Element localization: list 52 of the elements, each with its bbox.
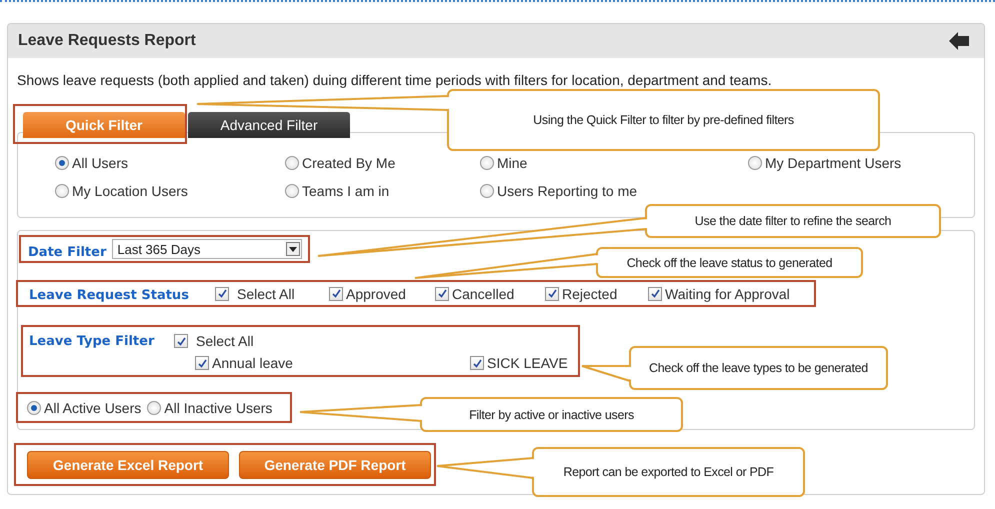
generate-report-button[interactable]: Generate PDF Report bbox=[239, 450, 431, 478]
callout-text: Filter by active or inactive users bbox=[469, 408, 634, 422]
callout-text: Use the date filter to refine the search bbox=[694, 214, 892, 228]
option-label: All Users bbox=[72, 155, 128, 171]
radio-button[interactable] bbox=[285, 156, 299, 170]
option-label: SICK LEAVE bbox=[487, 355, 568, 372]
panel-title: Leave Requests Report bbox=[18, 32, 196, 50]
option-label: My Location Users bbox=[72, 183, 188, 199]
option-label: All Inactive Users bbox=[164, 400, 272, 416]
report-description: Shows leave requests (both applied and taken) duing different time periods with filters for location, department and teams. bbox=[17, 72, 773, 88]
option-label: Waiting for Approval bbox=[665, 286, 790, 302]
callout-text: Report can be exported to Excel or PDF bbox=[563, 465, 774, 479]
leave-type-label: Leave Type Filter bbox=[29, 334, 156, 348]
option-label: Teams I am in bbox=[302, 183, 390, 199]
option-label: Created By Me bbox=[302, 155, 396, 171]
radio-button[interactable] bbox=[147, 400, 162, 414]
caret-icon bbox=[286, 242, 300, 256]
callout-text: Check off the leave types to be generated bbox=[649, 361, 868, 375]
back-arrow-icon[interactable] bbox=[948, 31, 970, 51]
option-label: Annual leave bbox=[212, 355, 293, 372]
checkbox[interactable] bbox=[329, 286, 343, 300]
checkbox[interactable] bbox=[215, 286, 229, 300]
option-label: My Department Users bbox=[765, 155, 902, 171]
checkbox[interactable] bbox=[435, 286, 449, 300]
option-label: Select All bbox=[237, 286, 295, 302]
option-label: All Active Users bbox=[44, 400, 142, 416]
filter-tab[interactable]: Advanced Filter bbox=[188, 112, 350, 138]
radio-button[interactable] bbox=[55, 184, 69, 198]
callout-text: Check off the leave status to generated bbox=[626, 256, 832, 270]
checkbox[interactable] bbox=[195, 356, 209, 370]
radio-button[interactable] bbox=[55, 156, 69, 170]
radio-button[interactable] bbox=[748, 156, 762, 170]
checkbox[interactable] bbox=[470, 356, 484, 370]
option-label: Select All bbox=[196, 333, 254, 349]
checkbox[interactable] bbox=[648, 286, 662, 300]
checkbox[interactable] bbox=[174, 334, 188, 348]
status-label: Leave Request Status bbox=[29, 288, 190, 303]
radio-button[interactable] bbox=[285, 184, 299, 198]
option-label: Users Reporting to me bbox=[497, 183, 638, 199]
radio-button[interactable] bbox=[27, 400, 41, 414]
option-label: Rejected bbox=[562, 286, 618, 302]
radio-button[interactable] bbox=[480, 156, 494, 170]
option-label: Cancelled bbox=[452, 286, 514, 302]
generate-report-button[interactable]: Generate Excel Report bbox=[27, 450, 229, 478]
date-filter-label: Date Filter bbox=[28, 244, 106, 260]
date-filter-dropdown[interactable]: Last 365 Days bbox=[112, 239, 302, 259]
filter-tab[interactable]: Quick Filter bbox=[23, 112, 185, 138]
option-label: Mine bbox=[497, 155, 528, 171]
radio-button[interactable] bbox=[480, 184, 494, 198]
callout-text: Using the Quick Filter to filter by pre-defined filters bbox=[533, 113, 794, 127]
checkbox[interactable] bbox=[545, 286, 559, 300]
option-label: Approved bbox=[346, 286, 406, 302]
